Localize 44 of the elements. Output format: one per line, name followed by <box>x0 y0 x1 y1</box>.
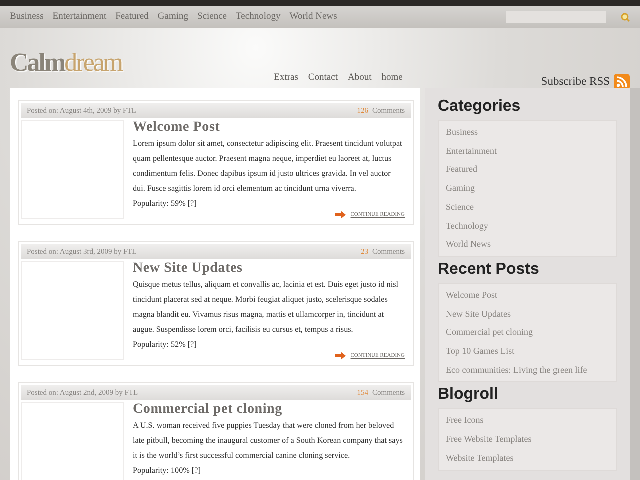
sidebar-link[interactable]: Commercial pet cloning <box>446 323 609 342</box>
arrow-icon <box>334 352 346 360</box>
popularity-text: Popularity: 100% [?] <box>133 465 202 477</box>
sidebar-link[interactable]: Gaming <box>446 179 609 198</box>
sidebar-link[interactable]: New Site Updates <box>446 304 609 324</box>
arrow-icon <box>334 211 346 219</box>
nav-link[interactable]: Technology <box>236 12 281 22</box>
nav-link[interactable]: Entertainment <box>52 12 107 22</box>
page-link[interactable]: home <box>382 73 403 83</box>
post-title[interactable]: Welcome Post <box>133 120 405 136</box>
page-link[interactable]: Contact <box>308 73 338 83</box>
nav-link[interactable]: Business <box>10 12 44 22</box>
post-title[interactable]: New Site Updates <box>133 261 405 277</box>
sidebar-link[interactable]: Website Templates <box>446 448 609 468</box>
logo[interactable]: Calmdream <box>10 50 122 76</box>
nav-link[interactable]: Gaming <box>158 12 188 22</box>
page-link[interactable]: About <box>348 73 372 83</box>
sidebar-heading: Recent Posts <box>438 260 540 279</box>
popularity-text: Popularity: 59% [?] <box>133 198 198 210</box>
sidebar-heading: Categories <box>438 98 522 116</box>
nav-link[interactable]: Featured <box>116 12 149 22</box>
sidebar-link[interactable]: Free Icons <box>446 411 609 430</box>
sidebar-link[interactable]: Science <box>446 198 609 217</box>
sidebar-link[interactable]: World News <box>446 235 609 254</box>
nav-link[interactable]: Science <box>197 12 228 22</box>
post-title[interactable]: Commercial pet cloning <box>133 402 405 418</box>
search-field[interactable] <box>506 11 606 23</box>
sidebar-link[interactable]: Welcome Post <box>446 286 609 305</box>
subscribe-link[interactable]: Subscribe RSS <box>541 76 610 88</box>
sidebar-link[interactable]: Entertainment <box>446 142 609 160</box>
sidebar-link[interactable]: Eco communities: Living the green life <box>446 360 609 380</box>
popularity-text: Popularity: 52% [?] <box>133 339 198 351</box>
sidebar-link[interactable]: Top 10 Games List <box>446 342 609 361</box>
sidebar-link[interactable]: Business <box>446 123 609 142</box>
sidebar-link[interactable]: Technology <box>446 216 609 236</box>
sidebar-link[interactable]: Free Website Templates <box>446 430 609 449</box>
post-excerpt: Lorem ipsum dolor sit amet, consectetur adipiscing elit. Praesent tincidunt volutpat quam pellentesque auctor. Praesent magna neque, imperdiet eu laoreet at, luctus condimentum felis. Donec dapibus ipsum id justo ultrices gravida. In vel auctor dui. Fusce sagittis lorem id orci elementum ac tincidunt urna viverra. <box>133 138 404 195</box>
sidebar-link[interactable]: Featured <box>446 160 609 180</box>
post-excerpt: Quisque metus tellus, aliquam et convallis ac, lacinia et est. Duis eget justo id nisl tincidunt placerat sed at neque. Morbi feugiat aliquet justo, scelerisque sodales magna blandit eu. Vivamus risus magna, mattis et ullamcorper in, tincidunt at augue. Suspendisse lorem orci, facilisis eu cursus et, tempus a risus. <box>133 279 400 336</box>
search-icon[interactable] <box>621 12 630 22</box>
nav-link[interactable]: World News <box>290 12 338 22</box>
sidebar-heading: Blogroll <box>438 386 500 404</box>
page-link[interactable]: Extras <box>274 73 298 83</box>
post-excerpt: A U.S. woman received five puppies Tuesday that were cloned from her beloved late pitbull, becoming the inaugural customer of a South Korean company that says it is the world’s first successful commercial canine cloning service. <box>133 420 404 462</box>
